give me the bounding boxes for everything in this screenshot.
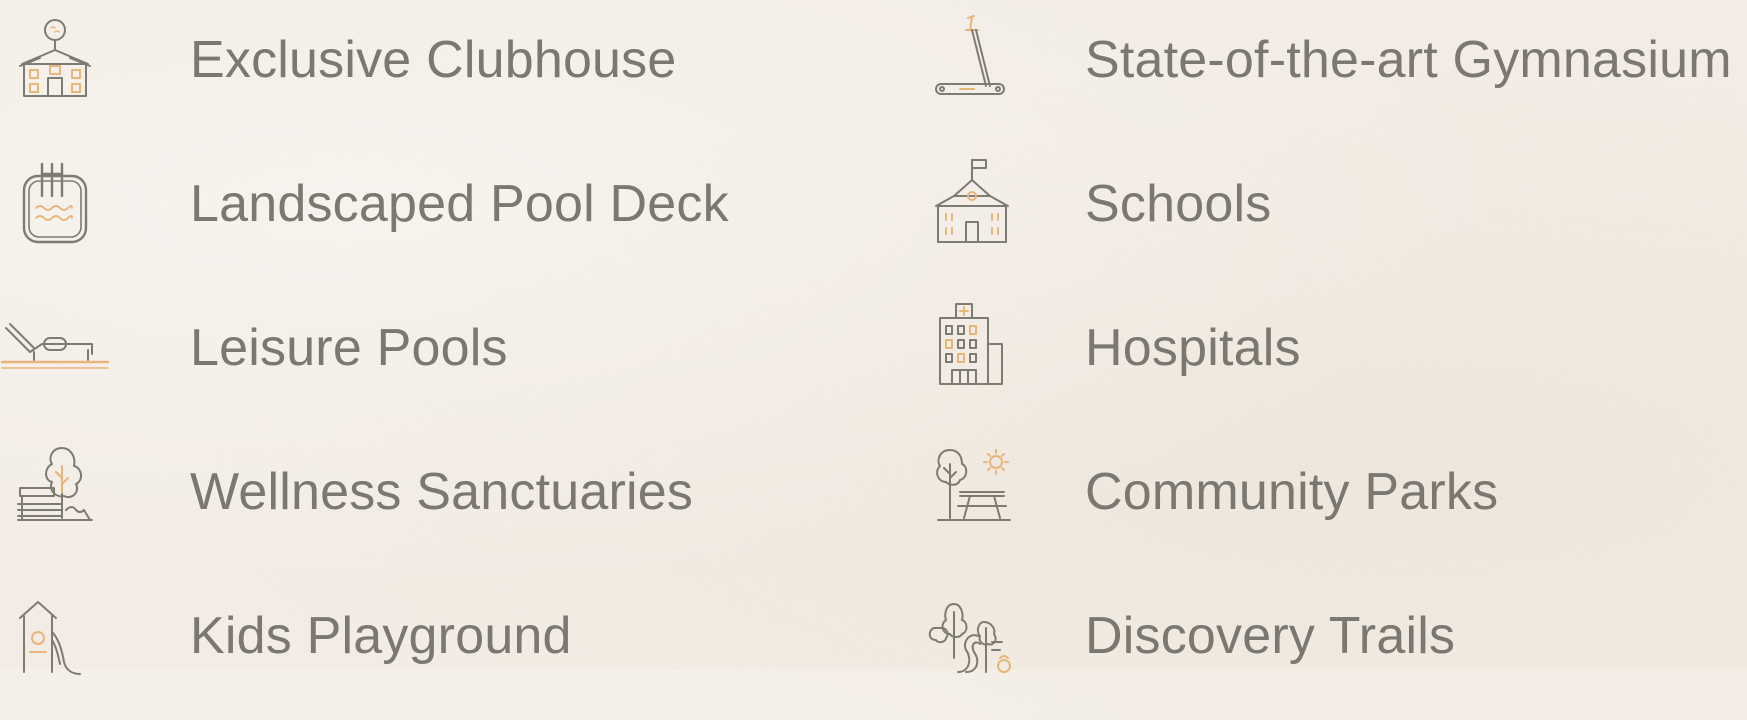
treadmill-icon: [920, 12, 1030, 102]
amenity-item-kids-playground: Kids Playground: [0, 576, 900, 720]
amenity-item-pool-deck: Landscaped Pool Deck: [0, 144, 900, 288]
amenity-label: Leisure Pools: [190, 319, 508, 377]
school-icon: [920, 156, 1030, 246]
amenity-row: Wellness Sanctuaries Community Parks: [0, 432, 1747, 576]
amenity-item-gymnasium: State-of-the-art Gymnasium: [900, 0, 1747, 144]
amenity-row: Exclusive Clubhouse State-of-the-art Gym…: [0, 0, 1747, 144]
amenity-label: Kids Playground: [190, 607, 572, 665]
sun-lounger-icon: [0, 300, 110, 390]
garden-bench-icon: [0, 444, 110, 534]
amenity-item-exclusive-clubhouse: Exclusive Clubhouse: [0, 0, 900, 144]
hospital-icon: [920, 300, 1030, 390]
amenity-row: Leisure Pools Hospitals: [0, 288, 1747, 432]
amenity-label: Exclusive Clubhouse: [190, 31, 677, 89]
amenity-item-leisure-pools: Leisure Pools: [0, 288, 900, 432]
amenity-label: Discovery Trails: [1085, 607, 1456, 665]
amenity-label: Community Parks: [1085, 463, 1499, 521]
trail-trees-icon: [920, 588, 1030, 678]
amenity-item-schools: Schools: [900, 144, 1747, 288]
amenity-label: State-of-the-art Gymnasium: [1085, 31, 1732, 89]
amenity-label: Landscaped Pool Deck: [190, 175, 729, 233]
amenity-label: Hospitals: [1085, 319, 1301, 377]
playground-slide-icon: [0, 588, 110, 678]
amenity-row: Landscaped Pool Deck Schools: [0, 144, 1747, 288]
pool-deck-icon: [0, 156, 110, 246]
amenity-row: Kids Playground Discovery Trails: [0, 576, 1747, 720]
amenity-item-wellness-sanctuaries: Wellness Sanctuaries: [0, 432, 900, 576]
amenity-label: Wellness Sanctuaries: [190, 463, 694, 521]
clubhouse-icon: [0, 12, 110, 102]
amenity-item-hospitals: Hospitals: [900, 288, 1747, 432]
amenity-item-community-parks: Community Parks: [900, 432, 1747, 576]
amenities-grid: Exclusive Clubhouse State-of-the-art Gym…: [0, 0, 1747, 675]
park-picnic-icon: [920, 444, 1030, 534]
amenity-item-discovery-trails: Discovery Trails: [900, 576, 1747, 720]
amenity-label: Schools: [1085, 175, 1272, 233]
